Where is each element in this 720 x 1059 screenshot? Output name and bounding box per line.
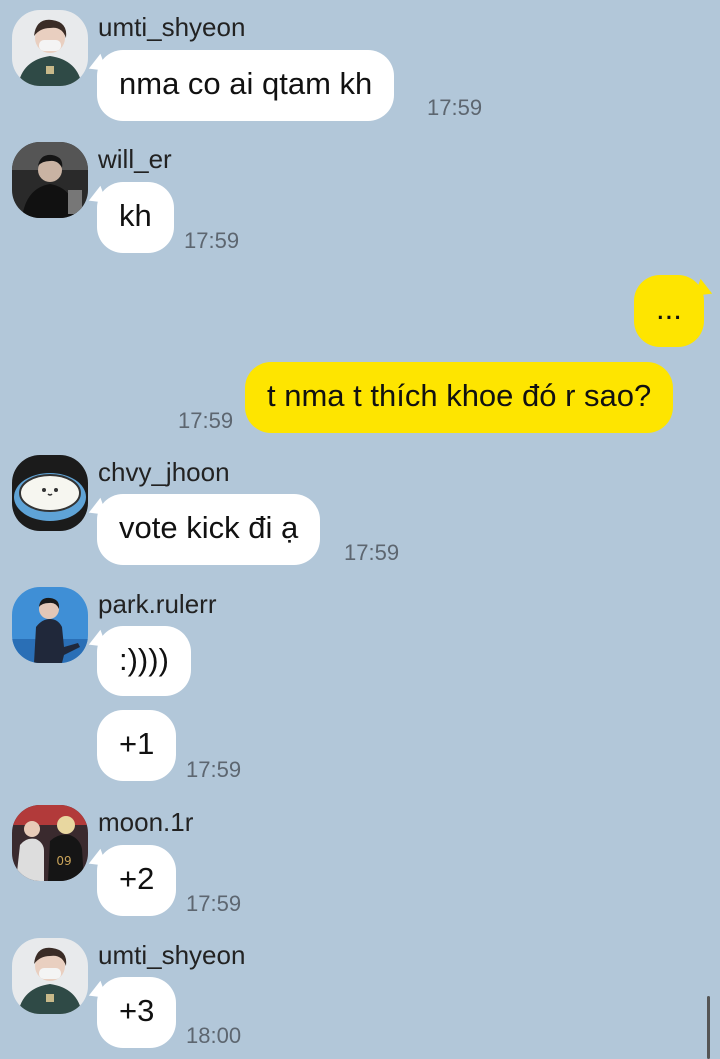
avatar-image — [12, 10, 88, 86]
message-text: nma co ai qtam kh — [119, 66, 373, 101]
sender-name: chvy_jhoon — [98, 457, 230, 487]
message-bubble[interactable]: +1 — [97, 710, 177, 781]
message-text: ... — [656, 291, 682, 326]
sender-name: will_er — [98, 144, 172, 174]
message-bubble[interactable]: t nma t thích khoe đó r sao? — [245, 362, 674, 433]
avatar-image — [12, 587, 88, 663]
message-text: t nma t thích khoe đó r sao? — [267, 378, 652, 413]
message-text: +3 — [119, 993, 155, 1028]
sender-name: umti_shyeon — [98, 12, 246, 42]
message-timestamp: 18:00 — [186, 1023, 242, 1048]
message-bubble[interactable]: +3 — [97, 977, 177, 1048]
sender-name: umti_shyeon — [98, 940, 246, 970]
sender-name: moon.1r — [98, 807, 194, 837]
message-text: kh — [119, 198, 152, 233]
message-bubble[interactable]: ... — [634, 275, 704, 347]
avatar-umti-shyeon[interactable] — [12, 938, 88, 1014]
avatar-chvy-jhoon[interactable] — [12, 455, 88, 531]
message-bubble[interactable]: nma co ai qtam kh — [97, 50, 395, 121]
message-timestamp: 17:59 — [344, 540, 400, 565]
scrollbar[interactable] — [707, 996, 710, 1059]
message-timestamp: 17:59 — [178, 408, 234, 433]
sender-name: park.rulerr — [98, 589, 217, 619]
avatar-will-er[interactable] — [12, 142, 88, 218]
message-text: vote kick đi ạ — [119, 510, 299, 545]
message-timestamp: 17:59 — [184, 228, 240, 253]
message-bubble[interactable]: +2 — [97, 845, 177, 916]
message-bubble[interactable]: :)))) — [97, 626, 191, 696]
message-text: +1 — [119, 726, 155, 761]
avatar-umti-shyeon[interactable] — [12, 10, 88, 86]
svg-text:09: 09 — [56, 854, 71, 868]
message-text: +2 — [119, 861, 155, 896]
message-timestamp: 17:59 — [186, 891, 242, 916]
avatar-image — [12, 142, 88, 218]
message-bubble[interactable]: vote kick đi ạ — [97, 494, 321, 565]
avatar-image: 09 — [12, 805, 88, 881]
message-text: :)))) — [119, 642, 169, 677]
message-timestamp: 17:59 — [186, 757, 242, 782]
avatar-park-rulerr[interactable] — [12, 587, 88, 663]
avatar-image — [12, 938, 88, 1014]
message-timestamp: 17:59 — [427, 95, 483, 120]
avatar-image — [12, 455, 88, 531]
message-bubble[interactable]: kh — [97, 182, 174, 253]
avatar-moon-1r[interactable]: 09 — [12, 805, 88, 881]
